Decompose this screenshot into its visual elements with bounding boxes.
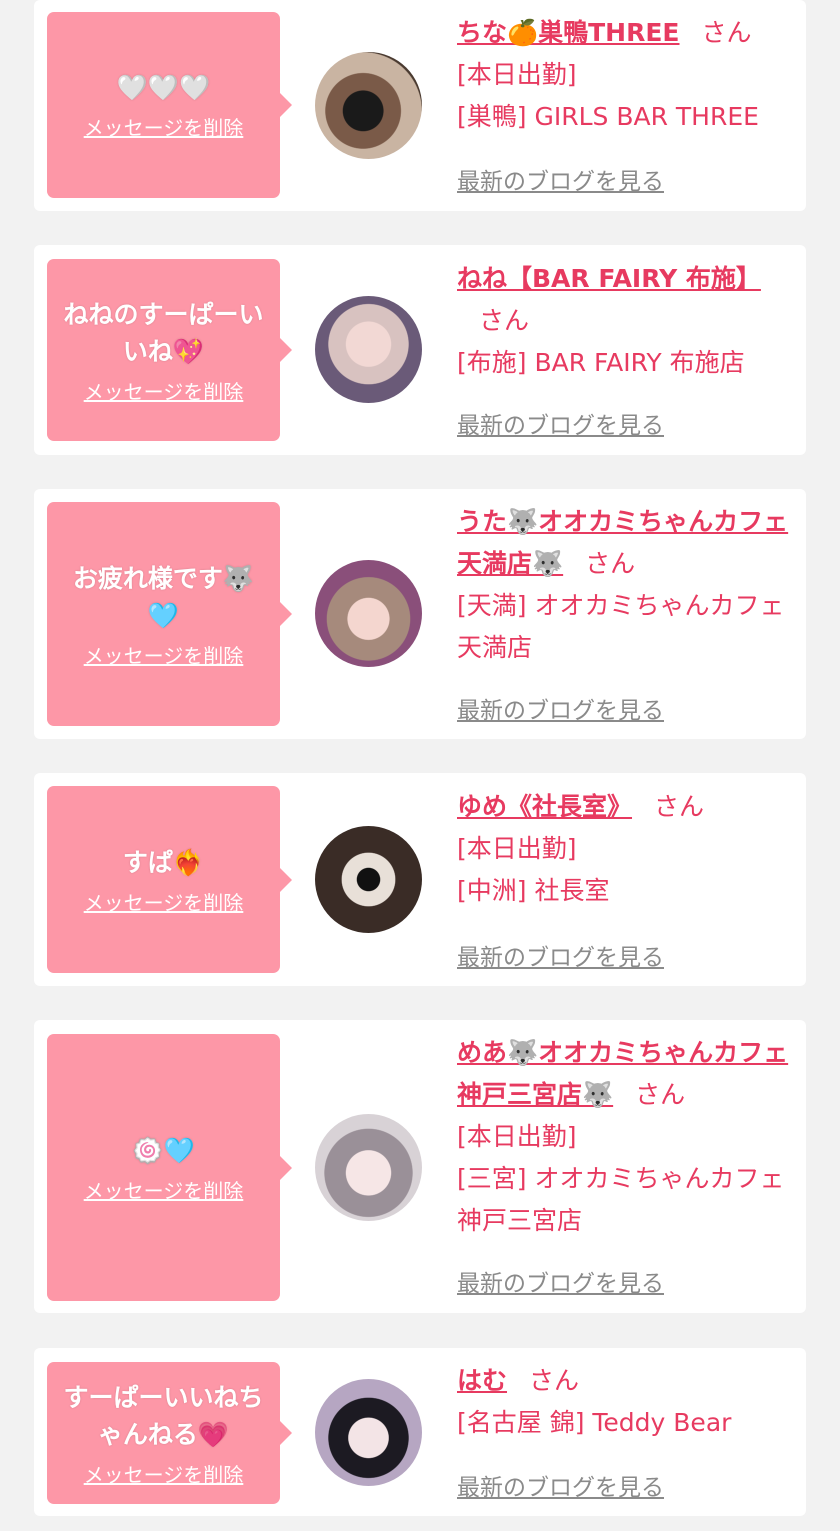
- profile-name-row: はむ さん: [457, 1360, 797, 1402]
- profile-name-row: ちな🍊巣鴨THREE さん: [457, 12, 797, 54]
- latest-blog-link[interactable]: 最新のブログを見る: [457, 691, 664, 725]
- avatar[interactable]: [315, 560, 422, 667]
- message-card: すぱ❤️‍🔥 メッセージを削除 ゆめ《社長室》 さん [本日出勤] [中洲] 社長…: [34, 773, 806, 986]
- honorific: さん: [479, 306, 530, 335]
- message-card: 🍥🩵 メッセージを削除 めあ🐺オオカミちゃんカフェ神戸三宮店🐺 さん [本日出勤]…: [34, 1020, 806, 1313]
- message-card: ねねのすーぱーいいね💖 メッセージを削除 ねね【BAR FAIRY 布施】さん …: [34, 245, 806, 455]
- message-text: すぱ❤️‍🔥: [122, 847, 205, 877]
- profile-info: めあ🐺オオカミちゃんカフェ神戸三宮店🐺 さん [本日出勤] [三宮] オオカミちゃ…: [457, 1032, 797, 1297]
- profile-name-link[interactable]: はむ: [457, 1366, 507, 1395]
- delete-message-link[interactable]: メッセージを削除: [84, 1459, 244, 1488]
- message-text: お疲れ様です🐺🩵: [72, 563, 255, 630]
- profile-name-link[interactable]: ねね【BAR FAIRY 布施】: [457, 264, 761, 293]
- message-bubble: 🤍🤍🤍 メッセージを削除: [47, 12, 292, 198]
- latest-blog-link[interactable]: 最新のブログを見る: [457, 1264, 664, 1298]
- shop-line: [名古屋 錦] Teddy Bear: [457, 1408, 732, 1437]
- delete-message-link[interactable]: メッセージを削除: [84, 112, 244, 141]
- latest-blog-link[interactable]: 最新のブログを見る: [457, 938, 664, 972]
- honorific: さん: [529, 1366, 580, 1395]
- message-bubble: ねねのすーぱーいいね💖 メッセージを削除: [47, 259, 292, 441]
- avatar[interactable]: [315, 296, 422, 403]
- profile-name-row: うた🐺オオカミちゃんカフェ天満店🐺 さん: [457, 501, 797, 585]
- profile-info: はむ さん [名古屋 錦] Teddy Bear 最新のブログを見る: [457, 1360, 797, 1501]
- shop-line: [巣鴨] GIRLS BAR THREE: [457, 102, 759, 131]
- honorific: さん: [654, 792, 705, 821]
- message-text: すーぱーいいねちゃんねる💗: [63, 1382, 264, 1449]
- message-card: すーぱーいいねちゃんねる💗 メッセージを削除 はむ さん [名古屋 錦] Tedd…: [34, 1348, 806, 1516]
- status-line: [本日出勤]: [457, 834, 577, 863]
- message-card: お疲れ様です🐺🩵 メッセージを削除 うた🐺オオカミちゃんカフェ天満店🐺 さん [天…: [34, 489, 806, 739]
- shop-line: [三宮] オオカミちゃんカフェ神戸三宮店: [457, 1164, 785, 1235]
- avatar[interactable]: [315, 826, 422, 933]
- message-text: ねねのすーぱーいいね💖: [63, 299, 264, 366]
- message-bubble: すーぱーいいねちゃんねる💗 メッセージを削除: [47, 1362, 292, 1504]
- delete-message-link[interactable]: メッセージを削除: [84, 1175, 244, 1204]
- profile-name-link[interactable]: ゆめ《社長室》: [457, 792, 632, 821]
- delete-message-link[interactable]: メッセージを削除: [84, 887, 244, 916]
- avatar[interactable]: [315, 1114, 422, 1221]
- status-line: [本日出勤]: [457, 1122, 577, 1151]
- profile-name-row: ゆめ《社長室》 さん: [457, 786, 797, 828]
- shop-line: [布施] BAR FAIRY 布施店: [457, 348, 745, 377]
- message-card: 🤍🤍🤍 メッセージを削除 ちな🍊巣鴨THREE さん [本日出勤] [巣鴨] GI…: [34, 0, 806, 211]
- profile-name-link[interactable]: めあ🐺オオカミちゃんカフェ神戸三宮店🐺: [457, 1038, 788, 1109]
- avatar[interactable]: [315, 1379, 422, 1486]
- honorific: さん: [635, 1080, 686, 1109]
- honorific: さん: [701, 18, 752, 47]
- message-bubble: お疲れ様です🐺🩵 メッセージを削除: [47, 502, 292, 726]
- profile-name-row: ねね【BAR FAIRY 布施】さん: [457, 258, 797, 342]
- profile-name-row: めあ🐺オオカミちゃんカフェ神戸三宮店🐺 さん: [457, 1032, 797, 1116]
- shop-line: [中洲] 社長室: [457, 876, 610, 905]
- shop-line: [天満] オオカミちゃんカフェ天満店: [457, 591, 785, 662]
- status-line: [本日出勤]: [457, 60, 577, 89]
- message-text: 🤍🤍🤍: [116, 73, 211, 102]
- latest-blog-link[interactable]: 最新のブログを見る: [457, 1468, 664, 1502]
- message-bubble: 🍥🩵 メッセージを削除: [47, 1034, 292, 1301]
- profile-info: ゆめ《社長室》 さん [本日出勤] [中洲] 社長室 最新のブログを見る: [457, 786, 797, 971]
- delete-message-link[interactable]: メッセージを削除: [84, 640, 244, 669]
- profile-info: ねね【BAR FAIRY 布施】さん [布施] BAR FAIRY 布施店 最新…: [457, 258, 797, 439]
- message-text: 🍥🩵: [132, 1135, 195, 1165]
- message-bubble: すぱ❤️‍🔥 メッセージを削除: [47, 786, 292, 973]
- profile-name-link[interactable]: ちな🍊巣鴨THREE: [457, 18, 680, 47]
- profile-info: うた🐺オオカミちゃんカフェ天満店🐺 さん [天満] オオカミちゃんカフェ天満店 最…: [457, 501, 797, 724]
- honorific: さん: [585, 549, 636, 578]
- avatar[interactable]: [315, 52, 422, 159]
- latest-blog-link[interactable]: 最新のブログを見る: [457, 162, 664, 196]
- delete-message-link[interactable]: メッセージを削除: [84, 376, 244, 405]
- profile-info: ちな🍊巣鴨THREE さん [本日出勤] [巣鴨] GIRLS BAR THREE…: [457, 12, 797, 195]
- latest-blog-link[interactable]: 最新のブログを見る: [457, 406, 664, 440]
